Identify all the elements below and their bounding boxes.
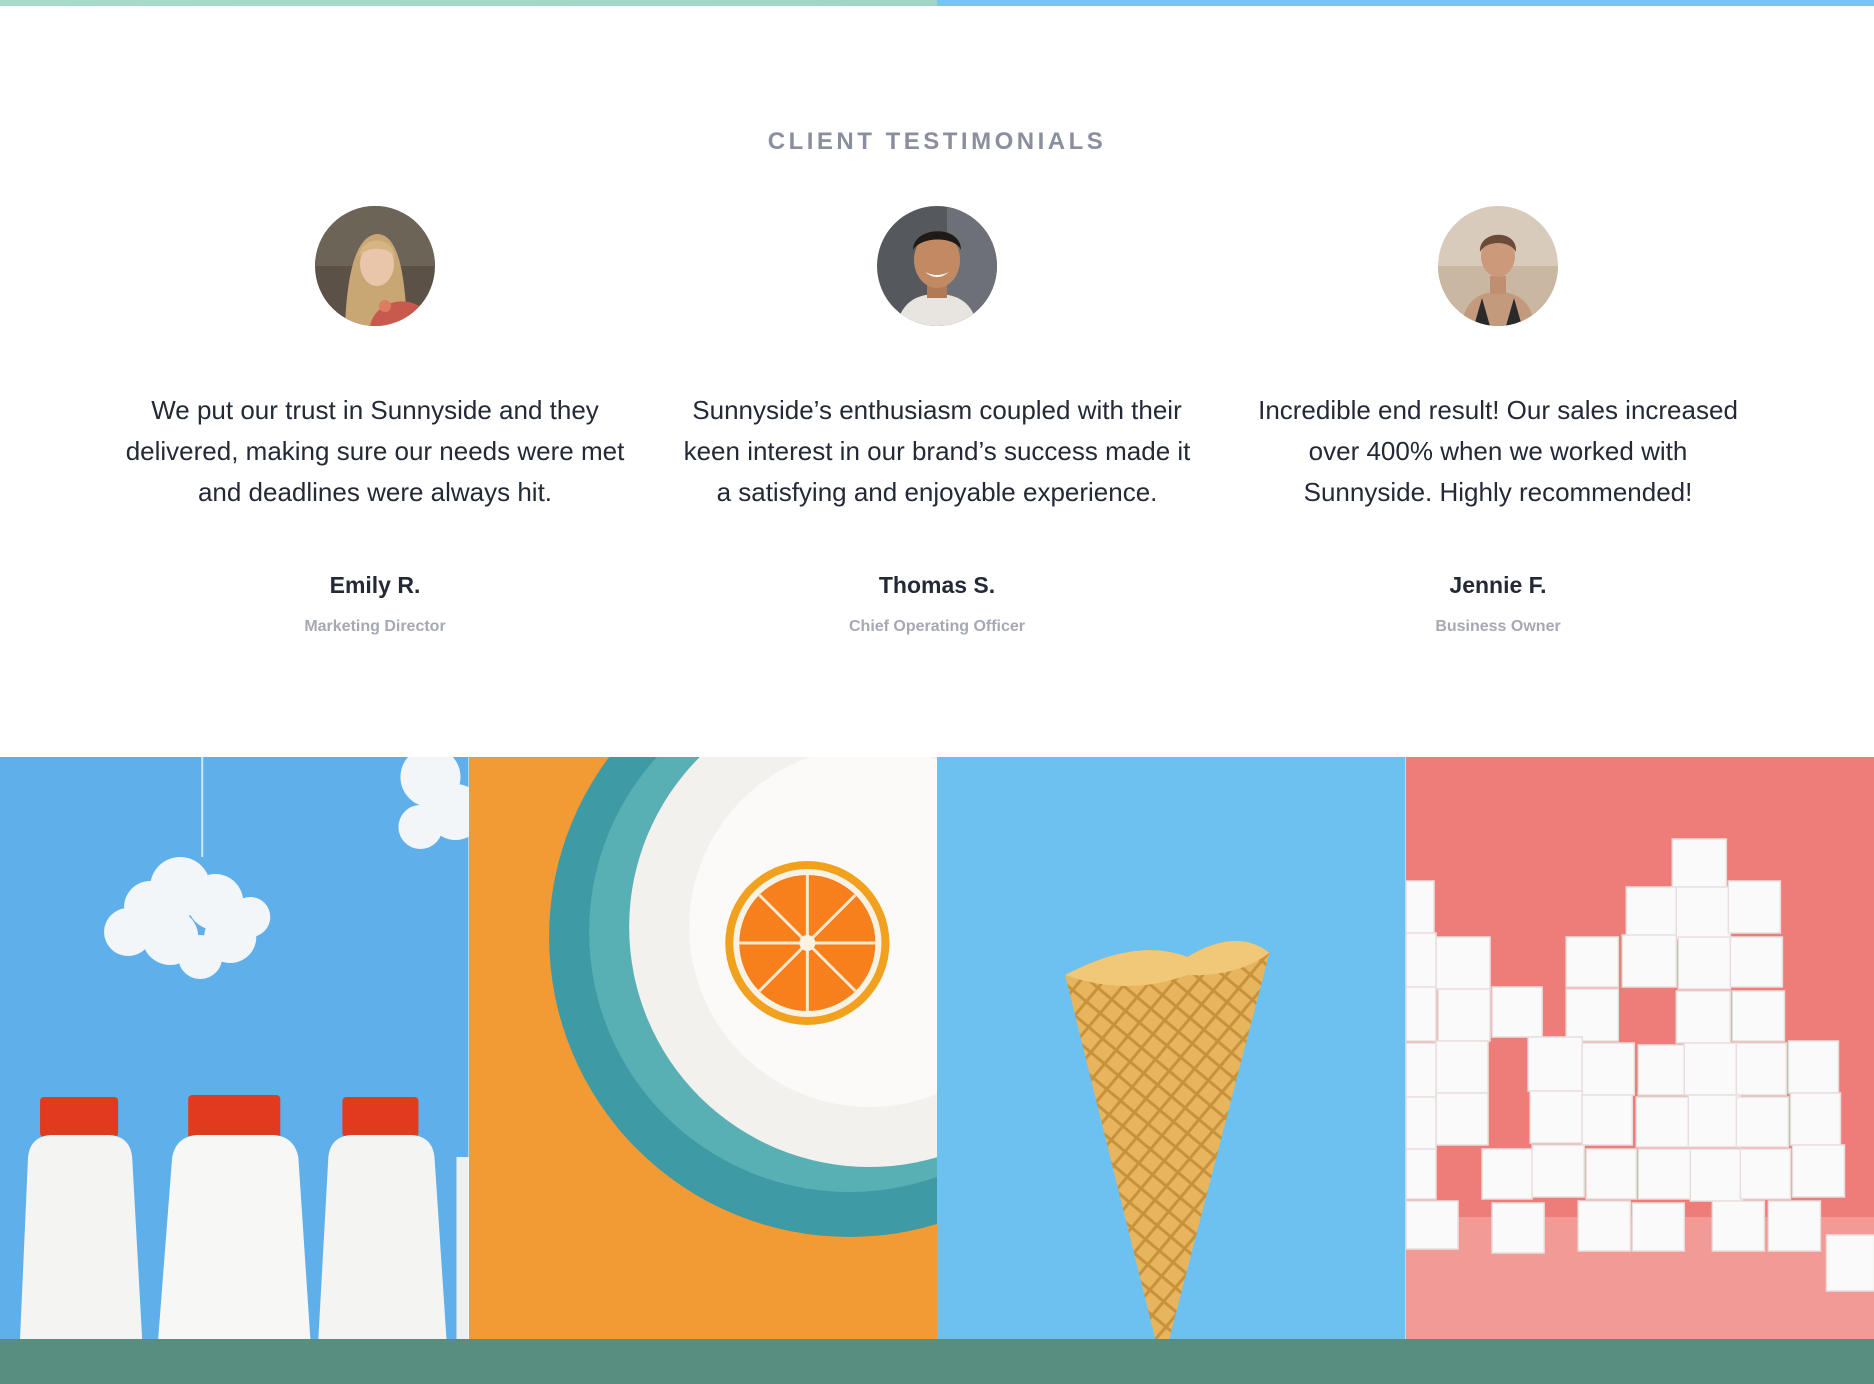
section-title: CLIENT TESTIMONIALS bbox=[767, 128, 1107, 155]
avatar-thomas bbox=[877, 206, 997, 326]
footer-bar bbox=[0, 1339, 1874, 1384]
sugar-cubes-image bbox=[1405, 757, 1874, 1339]
ice-cream-cone-image bbox=[937, 757, 1406, 1339]
testimonial-card: We put our trust in Sunnyside and they d… bbox=[115, 206, 635, 635]
testimonial-quote: Sunnyside’s enthusiasm coupled with thei… bbox=[683, 395, 1191, 507]
image-gallery bbox=[0, 757, 1874, 1339]
testimonial-name: Thomas S. bbox=[878, 572, 996, 598]
testimonial-name: Emily R. bbox=[329, 572, 421, 598]
testimonial-card: Incredible end result! Our sales increas… bbox=[1238, 206, 1758, 635]
avatar-emily bbox=[315, 206, 435, 326]
milk-bottles-image bbox=[0, 757, 469, 1339]
testimonial-role: Business Owner bbox=[1435, 618, 1561, 635]
testimonial-role: Marketing Director bbox=[304, 618, 446, 635]
top-accent-bar-right bbox=[937, 0, 1874, 6]
testimonial-name: Jennie F. bbox=[1449, 572, 1547, 598]
testimonials-list: We put our trust in Sunnyside and they d… bbox=[0, 206, 1874, 666]
testimonial-quote: We put our trust in Sunnyside and they d… bbox=[125, 395, 625, 507]
top-accent-bar-left bbox=[0, 0, 937, 6]
testimonial-card: Sunnyside’s enthusiasm coupled with thei… bbox=[677, 206, 1197, 635]
avatar-jennie bbox=[1438, 206, 1558, 326]
testimonial-role: Chief Operating Officer bbox=[848, 618, 1026, 635]
top-accent-bar bbox=[0, 0, 1874, 6]
orange-plate-image bbox=[468, 757, 937, 1339]
testimonial-quote: Incredible end result! Our sales increas… bbox=[1258, 395, 1738, 507]
